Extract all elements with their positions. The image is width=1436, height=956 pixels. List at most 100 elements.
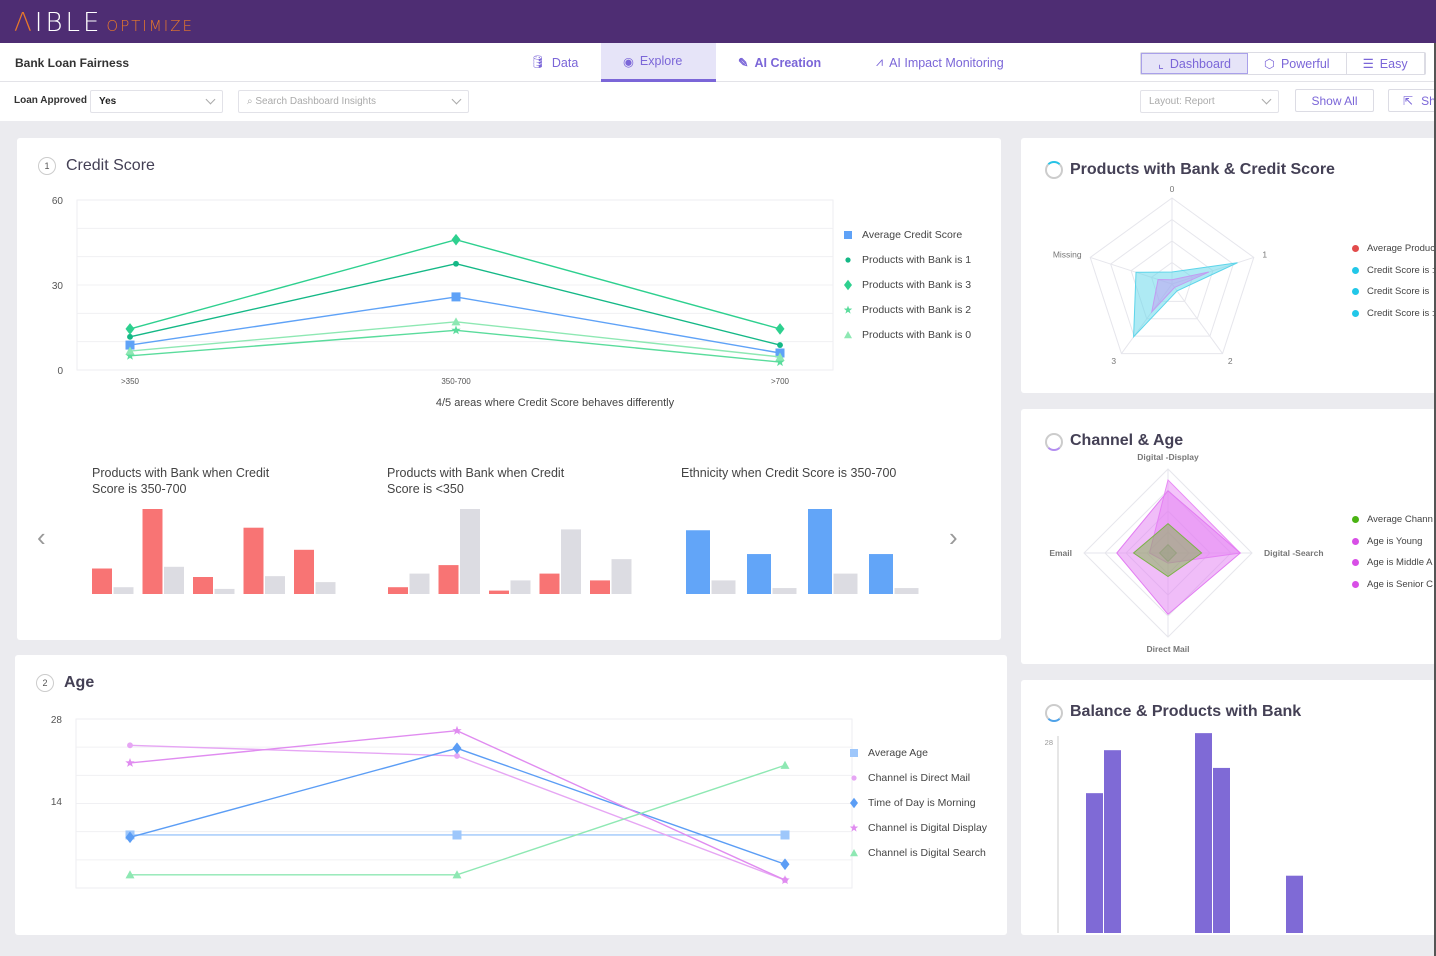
legend-item[interactable]: Average Credit Score (842, 222, 971, 247)
legend-item[interactable]: Time of Day is Morning (848, 790, 987, 815)
star-marker (125, 758, 135, 767)
loan-approved-select[interactable]: Yes (90, 90, 223, 113)
legend-dot (1352, 288, 1359, 296)
radar-axis-label: Digital -Display (1137, 452, 1199, 462)
legend-item[interactable]: Age is Senior C (1352, 574, 1433, 596)
bar (510, 580, 531, 594)
bar (409, 573, 430, 594)
legend-item[interactable]: Channel is Digital Display (848, 815, 987, 840)
bar (1213, 767, 1230, 933)
legend-item[interactable]: Credit Score is : (1352, 260, 1435, 282)
diamond-marker (451, 233, 461, 246)
bar (164, 566, 184, 594)
share-button[interactable]: ⇱ Sh (1388, 89, 1436, 112)
age-card: 2 Age 28 14 Average Age Channel is Direct … (15, 655, 1007, 935)
search-input[interactable]: ⌕ Search Dashboard Insights (238, 90, 469, 113)
legend-item[interactable]: Products with Bank is 2 (842, 297, 971, 322)
bar (438, 565, 459, 594)
list-icon: ☰ (1362, 57, 1374, 71)
triangle-marker (850, 848, 858, 856)
filter-label: Loan Approved (14, 95, 87, 106)
legend-item[interactable]: Credit Score is (1352, 281, 1435, 303)
legend-label: Average Chann (1367, 514, 1433, 526)
mode-powerful[interactable]: ⬡ Powerful (1248, 53, 1347, 74)
mode-easy[interactable]: ☰ Easy (1347, 53, 1425, 74)
bar (243, 527, 264, 594)
legend-item[interactable]: Average Chann (1352, 509, 1433, 531)
age-legend: Average Age Channel is Direct Mail Time of… (848, 740, 987, 865)
legend-marker (850, 748, 858, 757)
radar-axis-label: 0 (1170, 184, 1175, 194)
legend-item[interactable]: Age is Middle A (1352, 552, 1433, 574)
diamond-marker (775, 323, 785, 335)
diamond-marker (844, 279, 852, 290)
bar (686, 530, 710, 594)
mode-dashboard[interactable]: ⌞ Dashboard (1141, 53, 1249, 74)
y-tick-label: 28 (51, 715, 63, 726)
bar (113, 587, 134, 594)
star-marker (843, 305, 853, 314)
legend-label: Average Credit Score (862, 228, 963, 241)
tab-explore[interactable]: ◉ Explore (601, 43, 716, 82)
radar-axis-label: Direct Mail (1147, 644, 1190, 654)
layout-select[interactable]: Layout: Report (1140, 90, 1279, 113)
legend-label: Age is Senior C (1367, 578, 1434, 590)
diamond-marker (850, 797, 858, 808)
radar-axis-label: 2 (1228, 356, 1233, 366)
balance-products-card: Balance & Products with Bank 28 (1021, 680, 1436, 935)
filter-bar: Loan Approved Yes ⌕ Search Dashboard Ins… (0, 82, 1436, 121)
products-credit-radar-card: Products with Bank & Credit Score 0 1 2 3 Mi… (1021, 138, 1436, 393)
bar (142, 509, 163, 594)
legend-item[interactable]: Products with Bank is 0 (842, 322, 971, 347)
radar-axis-label: 1 (1262, 250, 1267, 260)
bar (539, 573, 560, 594)
bar (1286, 875, 1303, 933)
chart-icon: ⌞ (1158, 57, 1164, 71)
legend-dot (1352, 245, 1359, 253)
radar-axis-label: Email (1049, 548, 1072, 558)
legend-marker (843, 305, 853, 314)
bar (747, 554, 771, 594)
legend-marker (845, 256, 851, 263)
triangle-marker (451, 317, 461, 326)
legend-item[interactable]: Products with Bank is 3 (842, 272, 971, 297)
bar (1086, 793, 1103, 933)
show-all-button[interactable]: Show All (1295, 89, 1374, 112)
logo[interactable]: ΛIBLE OPTIMIZE (14, 8, 194, 38)
legend-marker (844, 279, 852, 290)
circle-marker (777, 342, 783, 348)
triangle-marker (780, 760, 790, 769)
mini-chart-title: Products with Bank when Credit Score is 3… (92, 466, 270, 496)
legend-item[interactable]: Credit Score is : (1352, 303, 1435, 325)
tab-ai-impact-monitoring[interactable]: ⩘ AI Impact Monitoring (854, 43, 1026, 82)
chevron-right-icon[interactable]: › (949, 522, 958, 553)
legend-label: Products with Bank is 1 (862, 253, 972, 266)
bar (92, 568, 112, 594)
legend-label: Average Age (868, 746, 928, 759)
x-tick-label: 350-700 (441, 377, 471, 386)
tab-ai-creation[interactable]: ✎ AI Creation (716, 43, 843, 82)
legend-item[interactable]: Channel is Digital Search (848, 840, 987, 865)
bar (611, 559, 632, 594)
legend-item[interactable]: Channel is Direct Mail (848, 765, 987, 790)
tab-data[interactable]: 🛢 Data (508, 43, 600, 82)
legend-item[interactable]: Age is Young (1352, 531, 1433, 553)
y-tick-label: 0 (57, 366, 63, 377)
star-marker (451, 325, 461, 335)
legend-item[interactable]: Average Produc (1352, 238, 1435, 260)
legend-item[interactable]: Average Age (848, 740, 987, 765)
bar (294, 549, 314, 594)
legend-marker (850, 797, 858, 808)
legend-label: Products with Bank is 2 (862, 303, 972, 316)
radar-axis-label: Digital -Search (1264, 548, 1324, 558)
square-marker (850, 748, 858, 757)
star-marker (452, 725, 462, 735)
channel-age-radar-card: Channel & Age Digital -Display Digital -S… (1021, 409, 1436, 664)
credit-legend: Average Credit Score Products with Bank i… (842, 222, 971, 347)
legend-item[interactable]: Products with Bank is 1 (842, 247, 971, 272)
chevron-left-icon[interactable]: ‹ (37, 522, 46, 553)
legend-dot (1352, 559, 1359, 567)
mini-chart-title: Ethnicity when Credit Score is 350-700 (681, 466, 897, 480)
circle-marker (127, 742, 133, 749)
radar-legend: Average Chann Age is Young Age is Middle A… (1352, 509, 1433, 595)
